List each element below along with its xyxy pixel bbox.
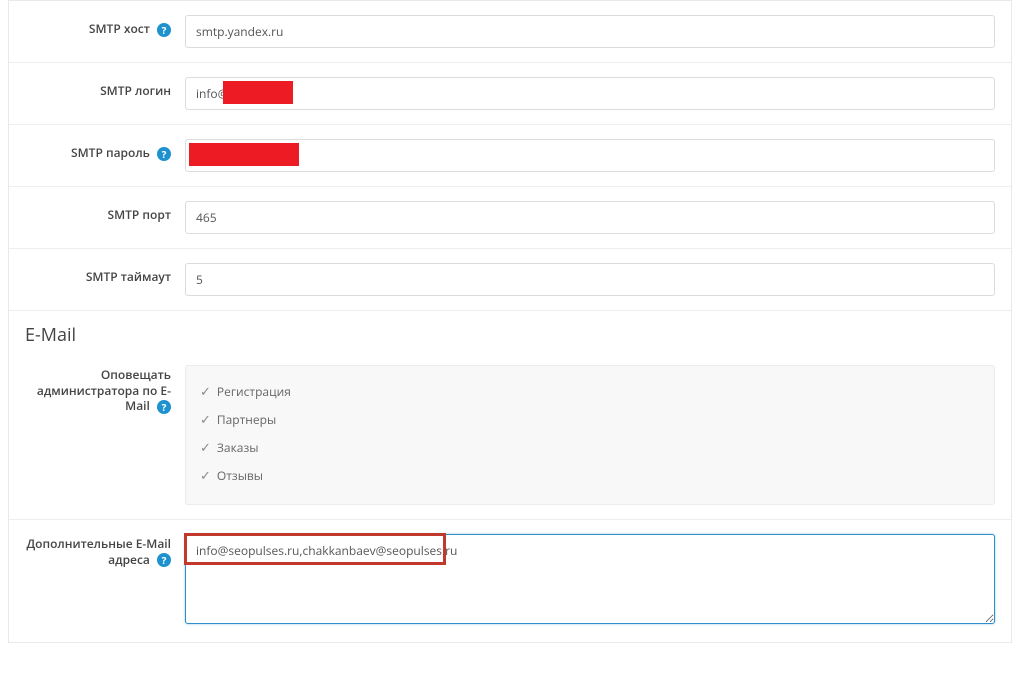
check-icon: ✓ xyxy=(200,382,211,400)
label-smtp-port: SMTP порт xyxy=(25,201,185,223)
label-smtp-timeout: SMTP таймаут xyxy=(25,263,185,285)
settings-panel: SMTP хост ? SMTP логин SMTP пароль ? xyxy=(8,0,1012,643)
label-smtp-login: SMTP логин xyxy=(25,77,185,99)
alert-label: Партнеры xyxy=(217,411,276,428)
label-smtp-password: SMTP пароль ? xyxy=(25,139,185,161)
row-smtp-host: SMTP хост ? xyxy=(9,1,1011,63)
row-smtp-login: SMTP логин xyxy=(9,63,1011,125)
label-text: Оповещать администратора по E-Mail xyxy=(37,366,171,414)
alert-label: Регистрация xyxy=(217,383,291,400)
help-icon[interactable]: ? xyxy=(157,23,171,37)
label-email-alerts: Оповещать администратора по E-Mail ? xyxy=(25,365,185,414)
alert-label: Заказы xyxy=(217,439,259,456)
label-text: SMTP таймаут xyxy=(86,268,171,285)
label-smtp-host: SMTP хост ? xyxy=(25,15,185,37)
alert-label: Отзывы xyxy=(217,467,263,484)
alert-checkbox[interactable]: ✓ Регистрация xyxy=(200,382,980,400)
smtp-timeout-input[interactable] xyxy=(185,263,995,296)
row-smtp-port: SMTP порт xyxy=(9,187,1011,249)
label-text: Дополнительные E-Mail адреса xyxy=(26,535,171,568)
alerts-well: ✓ Регистрация ✓ Партнеры ✓ Заказы ✓ Отзы… xyxy=(185,365,995,505)
check-icon: ✓ xyxy=(200,438,211,456)
label-text: SMTP пароль xyxy=(71,144,150,161)
alert-checkbox[interactable]: ✓ Заказы xyxy=(200,438,980,456)
row-email-alerts: Оповещать администратора по E-Mail ? ✓ Р… xyxy=(9,351,1011,520)
smtp-login-input[interactable] xyxy=(185,77,995,110)
label-text: SMTP порт xyxy=(107,206,171,223)
smtp-host-input[interactable] xyxy=(185,15,995,48)
label-text: SMTP логин xyxy=(100,82,171,99)
help-icon[interactable]: ? xyxy=(157,553,171,567)
extra-emails-textarea[interactable] xyxy=(185,534,995,624)
help-icon[interactable]: ? xyxy=(157,147,171,161)
label-text: SMTP хост xyxy=(89,20,150,37)
help-icon[interactable]: ? xyxy=(157,400,171,414)
row-smtp-timeout: SMTP таймаут xyxy=(9,249,1011,311)
row-extra-emails: Дополнительные E-Mail адреса ? xyxy=(9,520,1011,642)
alert-checkbox[interactable]: ✓ Отзывы xyxy=(200,466,980,484)
alert-checkbox[interactable]: ✓ Партнеры xyxy=(200,410,980,428)
check-icon: ✓ xyxy=(200,410,211,428)
row-smtp-password: SMTP пароль ? xyxy=(9,125,1011,187)
smtp-password-input[interactable] xyxy=(185,139,995,172)
smtp-port-input[interactable] xyxy=(185,201,995,234)
label-extra-emails: Дополнительные E-Mail адреса ? xyxy=(25,534,185,567)
section-email-heading: E-Mail xyxy=(9,311,1011,351)
check-icon: ✓ xyxy=(200,466,211,484)
